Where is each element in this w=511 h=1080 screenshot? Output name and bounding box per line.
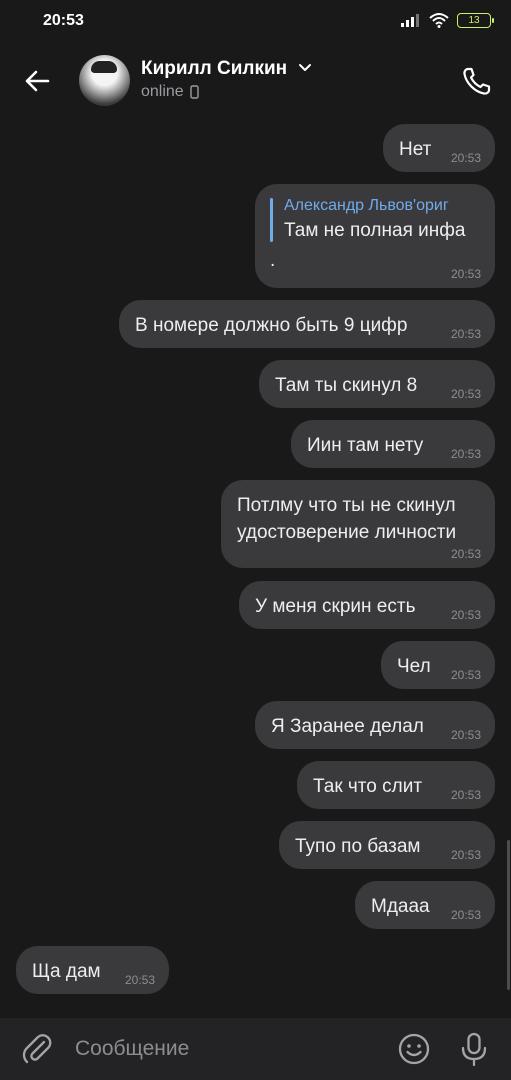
avatar[interactable]: [79, 55, 130, 106]
message-text: Там ты скинул 8: [275, 375, 418, 396]
reply-quote-author[interactable]: Александр Львов'ориг: [284, 197, 449, 215]
message-time: 20:53: [450, 447, 481, 461]
message-bubble[interactable]: В номере должно быть 9 цифр 20:53: [119, 300, 495, 348]
message-bubble[interactable]: Я Заранее делал 20:53: [255, 701, 495, 749]
message-bubble[interactable]: Нет 20:53: [383, 124, 495, 172]
message-text: Нет: [399, 139, 432, 160]
message-text: Тупо по базам: [295, 836, 421, 857]
online-status: online: [141, 83, 184, 100]
message-time: 20:53: [450, 327, 481, 341]
message-text: Мдааа: [371, 896, 430, 917]
message-time: 20:53: [450, 608, 481, 622]
message-time: 20:53: [450, 728, 481, 742]
message-bubble[interactable]: Потлму что ты не скинул удостоверение ли…: [221, 480, 495, 568]
message-text: Иин там нету: [307, 435, 424, 456]
message-time: 20:53: [450, 547, 481, 561]
signal-icon: [401, 14, 419, 27]
message-text: .: [270, 250, 276, 271]
message-time: 20:53: [450, 387, 481, 401]
message-bubble[interactable]: Александр Львов'ориг Там не полная инфа …: [255, 184, 495, 288]
message-bubble[interactable]: Мдааа 20:53: [355, 881, 495, 929]
battery-icon: 13: [457, 12, 494, 28]
phone-icon[interactable]: [460, 64, 494, 98]
message-input[interactable]: Сообщение: [75, 1037, 189, 1061]
message-list[interactable]: Нет 20:53 Александр Львов'ориг Там не по…: [0, 116, 511, 1016]
message-input-bar: Сообщение: [0, 1018, 511, 1080]
battery-level: 13: [468, 14, 480, 26]
message-text: В номере должно быть 9 цифр: [135, 315, 408, 336]
message-time: 20:53: [450, 908, 481, 922]
message-text: Ща дам: [32, 961, 101, 982]
message-time: 20:53: [450, 668, 481, 682]
chat-header: Кирилл Силкин online: [0, 46, 511, 116]
message-bubble[interactable]: Иин там нету 20:53: [291, 420, 495, 468]
message-bubble[interactable]: У меня скрин есть 20:53: [239, 581, 495, 629]
message-bubble[interactable]: Чел 20:53: [381, 641, 495, 689]
reply-quote-text[interactable]: Там не полная инфа: [284, 220, 465, 242]
microphone-icon[interactable]: [456, 1031, 492, 1067]
message-time: 20:53: [124, 973, 155, 987]
message-bubble[interactable]: Так что слит 20:53: [297, 761, 495, 809]
message-text: Я Заранее делал: [271, 716, 424, 737]
status-time: 20:53: [43, 12, 84, 29]
mobile-device-icon: [190, 85, 199, 99]
message-time: 20:53: [450, 151, 481, 165]
wifi-icon: [429, 13, 449, 28]
message-time: 20:53: [450, 267, 481, 281]
message-text: Так что слит: [313, 776, 423, 797]
arrow-left-icon[interactable]: [20, 64, 54, 98]
message-bubble-incoming[interactable]: Ща дам 20:53: [16, 946, 169, 994]
message-bubble[interactable]: Тупо по базам 20:53: [279, 821, 495, 869]
message-text: У меня скрин есть: [255, 596, 416, 617]
message-time: 20:53: [450, 848, 481, 862]
reply-quote-bar: [270, 198, 273, 242]
message-time: 20:53: [450, 788, 481, 802]
contact-status: online: [141, 83, 199, 101]
smile-icon[interactable]: [396, 1031, 432, 1067]
paperclip-icon[interactable]: [20, 1032, 54, 1066]
chevron-down-icon[interactable]: [298, 60, 312, 74]
scrollbar[interactable]: [507, 840, 510, 990]
message-text-line-2: удостоверение личности: [237, 522, 457, 543]
message-bubble[interactable]: Там ты скинул 8 20:53: [259, 360, 495, 408]
contact-name[interactable]: Кирилл Силкин: [141, 58, 287, 80]
message-text-line-1: Потлму что ты не скинул: [237, 495, 456, 516]
message-text: Чел: [397, 656, 431, 677]
status-icons: 13: [401, 12, 494, 28]
status-bar: 20:53 13: [0, 0, 511, 46]
